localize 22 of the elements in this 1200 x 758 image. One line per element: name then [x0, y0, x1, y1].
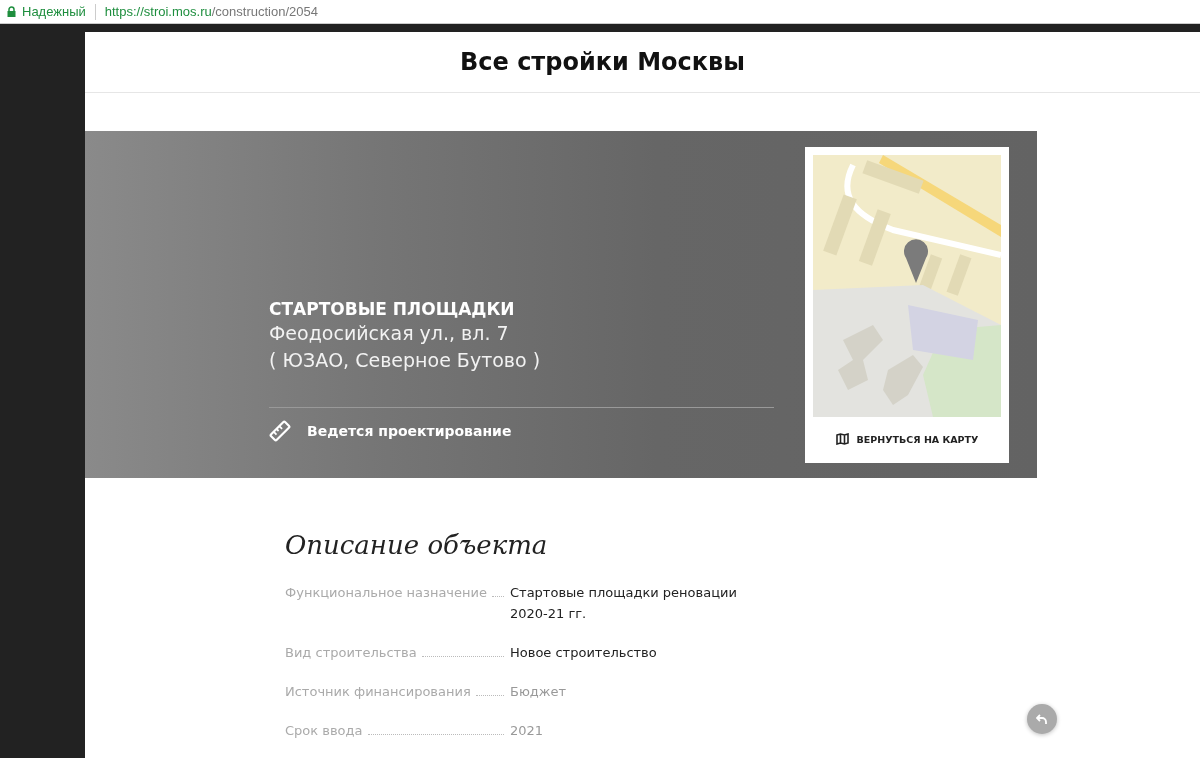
back-arrow-icon	[1036, 713, 1048, 725]
url-field[interactable]: https://stroi.mos.ru/construction/2054	[104, 4, 318, 19]
field-label: Функциональное назначение	[285, 584, 487, 602]
section-title: Описание объекта	[285, 530, 549, 560]
security-label: Надежный	[22, 4, 86, 19]
status-text: Ведется проектирование	[307, 423, 512, 439]
field-label: Срок ввода	[285, 722, 363, 740]
object-address: Феодосийская ул., вл. 7	[269, 321, 510, 346]
object-district: ( ЮЗАО, Северное Бутово )	[269, 348, 542, 373]
lock-icon	[7, 6, 16, 17]
field-label: Вид строительства	[285, 644, 417, 662]
field-value: Бюджет	[510, 683, 567, 701]
back-to-map-link[interactable]: ВЕРНУТЬСЯ НА КАРТУ	[835, 433, 979, 445]
category-title: СТАРТОВЫЕ ПЛОЩАДКИ	[269, 298, 516, 320]
field-value: 2021	[510, 722, 544, 740]
field-value: Стартовые площадки реновации 2020-21 гг.	[510, 584, 738, 623]
field-value: Новое строительство	[510, 644, 657, 662]
field-label: Источник финансирования	[285, 683, 471, 701]
site-title: Все стройки Москвы	[460, 48, 746, 76]
ruler-icon	[269, 420, 291, 442]
back-button[interactable]	[1027, 704, 1057, 734]
map-icon	[835, 433, 849, 445]
